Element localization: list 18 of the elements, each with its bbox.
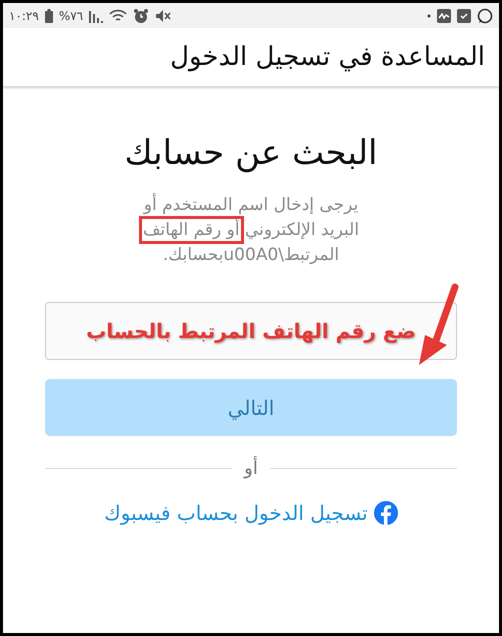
activity-icon	[437, 8, 451, 22]
heading: البحث عن حسابك	[124, 133, 378, 173]
signal-icon	[89, 8, 104, 22]
instructions-text: يرجى إدخال اسم المستخدم أو البريد الإلكتروني أو رقم الهاتف المرتبط\u00A0بحسابك.	[131, 193, 371, 268]
check-icon	[457, 8, 471, 22]
facebook-login-link[interactable]: تسجيل الدخول بحساب فيسبوك	[104, 501, 398, 525]
wifi-icon	[109, 8, 128, 22]
facebook-icon	[374, 501, 398, 525]
annotation-text: ضع رقم الهاتف المرتبط بالحساب	[86, 319, 416, 343]
mute-icon	[155, 8, 172, 24]
alarm-icon	[133, 8, 150, 24]
dot-icon	[427, 14, 431, 18]
battery-level: %٧٦	[58, 8, 84, 22]
input-field[interactable]: ضع رقم الهاتف المرتبط بالحساب	[45, 302, 457, 360]
or-label: أو	[244, 458, 258, 479]
page-title: المساعدة في تسجيل الدخول	[170, 42, 485, 72]
clock: ١٠:٢٩	[9, 8, 39, 22]
battery-icon	[44, 8, 53, 22]
